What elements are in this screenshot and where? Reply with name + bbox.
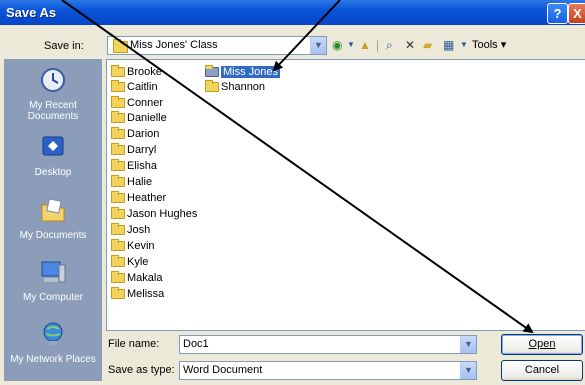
save-as-dialog: Save As ? X Save in: Miss Jones' Class ▼…: [0, 0, 585, 385]
annotation-arrows: [61, 0, 534, 334]
annotation-arrow: [272, 0, 341, 72]
annotation-arrow: [61, 0, 534, 334]
